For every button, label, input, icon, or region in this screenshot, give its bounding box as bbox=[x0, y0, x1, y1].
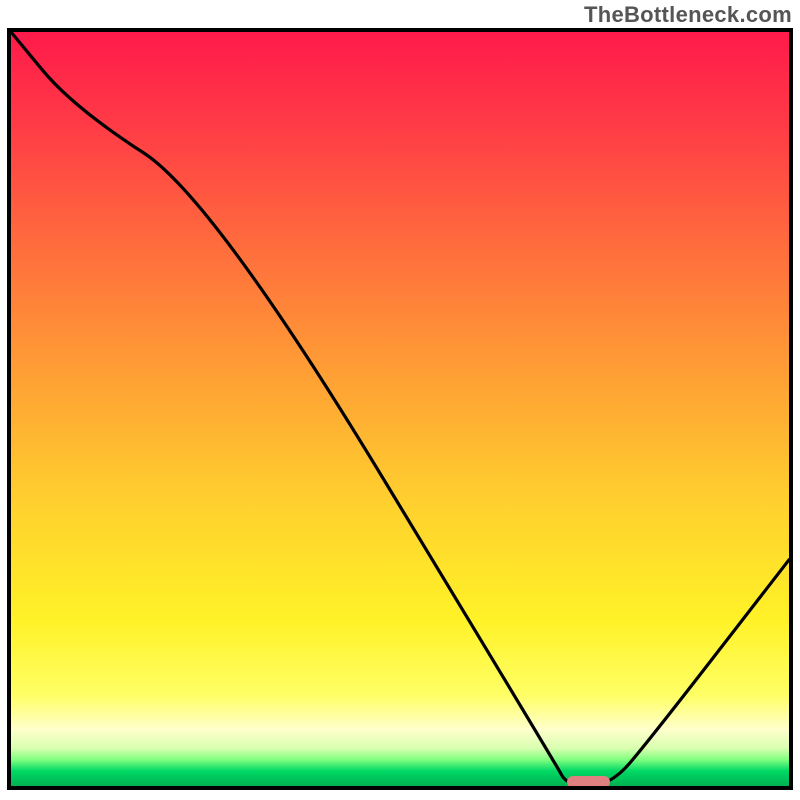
watermark-text: TheBottleneck.com bbox=[584, 2, 792, 28]
curve-path bbox=[11, 32, 789, 786]
chart-stage: TheBottleneck.com bbox=[0, 0, 800, 800]
min-marker bbox=[567, 776, 610, 788]
bottleneck-curve bbox=[11, 32, 789, 786]
plot-frame bbox=[7, 28, 793, 790]
